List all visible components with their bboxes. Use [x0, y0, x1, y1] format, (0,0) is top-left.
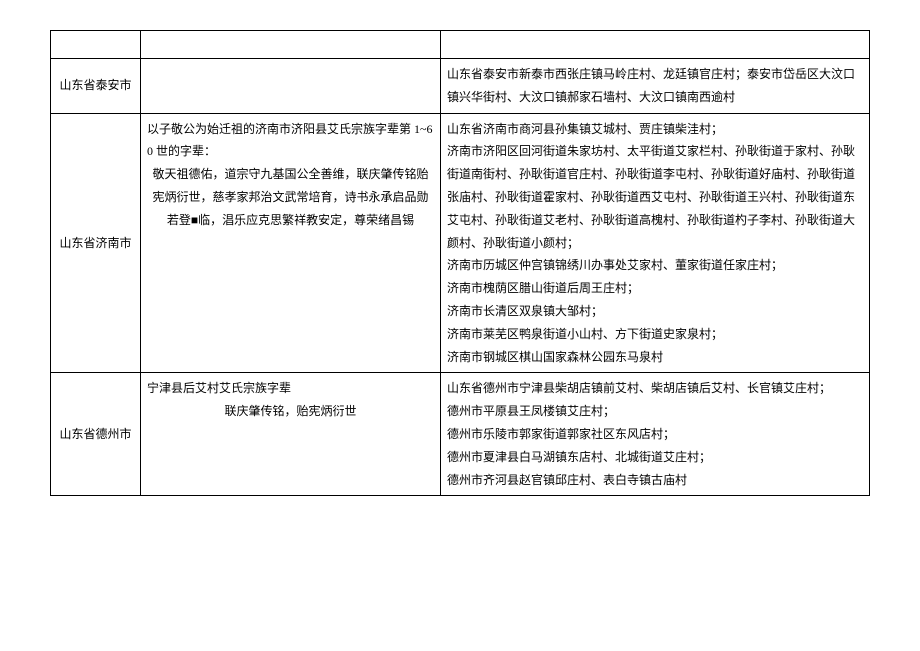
genealogy-line: 若登■临，淐乐应克思繁祥教安定，尊荣绪昌锡 [147, 209, 434, 232]
table-row: 山东省德州市 宁津县后艾村艾氏宗族字辈 联庆肇传铭，贻宪炳衍世 山东省德州市宁津… [51, 373, 870, 496]
header-cell-genealogy [141, 31, 441, 59]
genealogy-table-wrap: 山东省泰安市 山东省泰安市新泰市西张庄镇马岭庄村、龙廷镇官庄村；泰安市岱岳区大汶… [50, 30, 870, 621]
region-label: 山东省德州市 [59, 427, 131, 441]
region-label: 山东省济南市 [59, 236, 131, 250]
genealogy-line: 联庆肇传铭，贻宪炳衍世 [147, 400, 434, 423]
genealogy-line: 宪炳衍世，慈孝家邦治文武常培育，诗书永承启品勋 [147, 186, 434, 209]
genealogy-line: 敬天祖德佑，道宗守九基国公全善维，联庆肇传铭贻 [147, 163, 434, 186]
villages-cell: 山东省泰安市新泰市西张庄镇马岭庄村、龙廷镇官庄村；泰安市岱岳区大汶口镇兴华街村、… [441, 59, 870, 114]
villages-cell: 山东省德州市宁津县柴胡店镇前艾村、柴胡店镇后艾村、长官镇艾庄村； 德州市平原县王… [441, 373, 870, 496]
genealogy-cell: 以子敬公为始迁祖的济南市济阳县艾氏宗族字辈第 1~60 世的字辈： 敬天祖德佑，… [141, 113, 441, 373]
genealogy-cell [141, 59, 441, 114]
table-row: 山东省济南市 以子敬公为始迁祖的济南市济阳县艾氏宗族字辈第 1~60 世的字辈：… [51, 113, 870, 373]
region-cell: 山东省德州市 [51, 373, 141, 496]
header-cell-region [51, 31, 141, 59]
villages-cell: 山东省济南市商河县孙集镇艾城村、贾庄镇柴洼村； 济南市济阳区回河街道朱家坊村、太… [441, 113, 870, 373]
villages-text: 山东省德州市宁津县柴胡店镇前艾村、柴胡店镇后艾村、长官镇艾庄村； 德州市平原县王… [447, 381, 831, 486]
villages-text: 山东省济南市商河县孙集镇艾城村、贾庄镇柴洼村； 济南市济阳区回河街道朱家坊村、太… [447, 122, 855, 364]
villages-text: 山东省泰安市新泰市西张庄镇马岭庄村、龙廷镇官庄村；泰安市岱岳区大汶口镇兴华街村、… [447, 67, 855, 104]
region-cell: 山东省济南市 [51, 113, 141, 373]
region-label: 山东省泰安市 [59, 78, 131, 92]
genealogy-title: 以子敬公为始迁祖的济南市济阳县艾氏宗族字辈第 1~60 世的字辈： [147, 122, 433, 159]
genealogy-title: 宁津县后艾村艾氏宗族字辈 [147, 381, 291, 395]
genealogy-cell: 宁津县后艾村艾氏宗族字辈 联庆肇传铭，贻宪炳衍世 [141, 373, 441, 496]
header-cell-villages [441, 31, 870, 59]
table-row: 山东省泰安市 山东省泰安市新泰市西张庄镇马岭庄村、龙廷镇官庄村；泰安市岱岳区大汶… [51, 59, 870, 114]
region-cell: 山东省泰安市 [51, 59, 141, 114]
genealogy-table: 山东省泰安市 山东省泰安市新泰市西张庄镇马岭庄村、龙廷镇官庄村；泰安市岱岳区大汶… [50, 30, 870, 496]
table-header-row [51, 31, 870, 59]
